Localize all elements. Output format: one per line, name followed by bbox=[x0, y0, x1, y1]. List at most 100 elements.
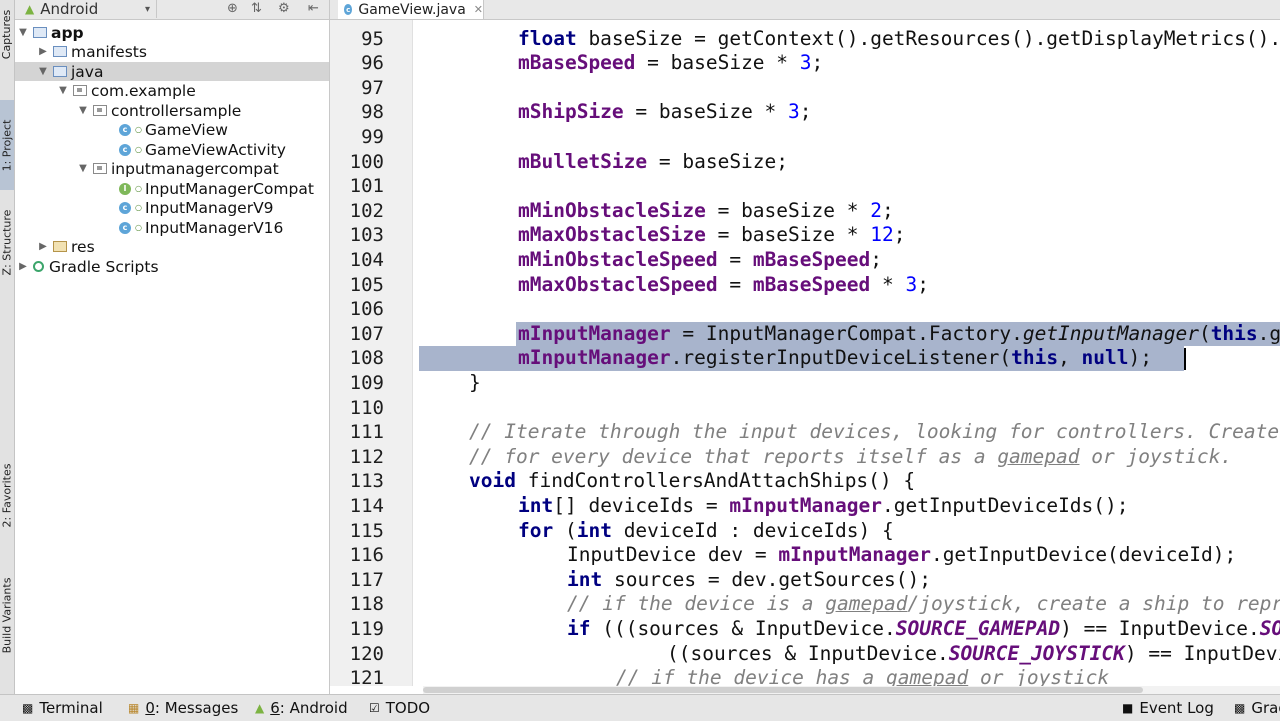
package-icon bbox=[73, 85, 87, 96]
interface-icon: I bbox=[119, 182, 131, 195]
editor-tab-bar: c GameView.java ✕ bbox=[330, 0, 1280, 20]
tree-item-label: GameViewActivity bbox=[145, 140, 286, 159]
line-number: 103 bbox=[349, 224, 384, 247]
line-number: 96 bbox=[361, 52, 384, 75]
close-icon[interactable]: ✕ bbox=[474, 3, 483, 16]
tree-item-label: manifests bbox=[71, 42, 147, 61]
project-tab[interactable]: 1: Project bbox=[0, 100, 14, 190]
line-number: 104 bbox=[349, 248, 384, 271]
android-label: : Android bbox=[279, 699, 348, 717]
terminal-tool-button[interactable]: ▩ Terminal bbox=[22, 695, 103, 721]
code-editor[interactable]: float baseSize = getContext().getResourc… bbox=[413, 20, 1280, 686]
tab-gameview-java[interactable]: c GameView.java ✕ bbox=[338, 0, 484, 19]
line-number: 119 bbox=[349, 617, 384, 640]
hide-panel-icon[interactable]: ⇤ bbox=[308, 1, 319, 16]
scrollbar-thumb[interactable] bbox=[423, 687, 1143, 693]
captures-tab-label: Captures bbox=[0, 9, 14, 59]
todo-tool-button[interactable]: ☑ TODO bbox=[369, 695, 430, 721]
package-icon bbox=[93, 105, 107, 116]
build-variants-tab[interactable]: Build Variants bbox=[0, 560, 14, 670]
code-line: InputDevice dev = mInputManager.getInput… bbox=[567, 543, 1237, 567]
gradle-console-tool-button[interactable]: ▩ Grad bbox=[1234, 695, 1280, 721]
android-key: 6 bbox=[270, 699, 280, 717]
expand-arrow-icon[interactable]: ▼ bbox=[37, 66, 49, 77]
terminal-icon: ▩ bbox=[22, 701, 34, 715]
gradle-console-label: Grad bbox=[1251, 699, 1280, 717]
horizontal-scrollbar[interactable] bbox=[423, 686, 1280, 694]
code-line: // for every device that reports itself … bbox=[469, 444, 1233, 468]
tree-item-res[interactable]: ▶ res bbox=[15, 237, 329, 256]
expand-arrow-icon[interactable]: ▼ bbox=[77, 105, 89, 116]
collapse-arrow-icon[interactable]: ▶ bbox=[37, 241, 49, 252]
tree-item-app[interactable]: ▼ app bbox=[15, 23, 329, 42]
tree-item-inputmanagercompat-interface[interactable]: I ○ InputManagerCompat bbox=[15, 179, 329, 198]
expand-arrow-icon[interactable]: ▼ bbox=[57, 85, 69, 96]
line-number: 116 bbox=[349, 544, 384, 567]
project-view-selector[interactable]: ▲ Android ▾ bbox=[21, 0, 157, 18]
android-tool-button[interactable]: ▲ 6: Android bbox=[255, 695, 348, 721]
tree-item-label: app bbox=[51, 23, 84, 42]
code-line: mMinObstacleSpeed = mBaseSpeed; bbox=[518, 247, 882, 271]
sync-icon[interactable]: ⊕ bbox=[227, 1, 238, 16]
tab-label: GameView.java bbox=[358, 1, 466, 18]
collapse-arrow-icon[interactable]: ▶ bbox=[17, 261, 29, 272]
line-number: 118 bbox=[349, 593, 384, 616]
collapse-arrow-icon[interactable]: ▶ bbox=[37, 46, 49, 57]
package-icon bbox=[93, 163, 107, 174]
line-number: 110 bbox=[349, 396, 384, 419]
project-panel-header: ▲ Android ▾ ⊕ ⇅ ⚙ ⇤ bbox=[15, 0, 329, 20]
tree-item-label: java bbox=[71, 62, 104, 81]
todo-icon: ☑ bbox=[369, 701, 380, 715]
access-badge-icon: ○ bbox=[135, 184, 142, 193]
captures-tab[interactable]: Captures bbox=[0, 0, 14, 68]
line-number: 108 bbox=[349, 347, 384, 370]
tree-item-gameviewactivity[interactable]: c ○ GameViewActivity bbox=[15, 140, 329, 159]
collapse-icon[interactable]: ⇅ bbox=[251, 1, 262, 16]
event-log-label: Event Log bbox=[1139, 699, 1214, 717]
favorites-tab[interactable]: 2: Favorites bbox=[0, 450, 14, 540]
code-line: mMaxObstacleSize = baseSize * 12; bbox=[518, 223, 906, 247]
class-icon: c bbox=[344, 4, 353, 15]
folder-icon bbox=[53, 46, 67, 57]
left-tool-strip: Captures 1: Project Z: Structure 2: Favo… bbox=[0, 0, 15, 694]
structure-tab[interactable]: Z: Structure bbox=[0, 192, 14, 292]
line-number: 98 bbox=[361, 101, 384, 124]
tree-item-com-example[interactable]: ▼ com.example bbox=[15, 81, 329, 100]
tree-item-inputmanagerv16[interactable]: c ○ InputManagerV16 bbox=[15, 218, 329, 237]
tree-item-inputmanagerv9[interactable]: c ○ InputManagerV9 bbox=[15, 198, 329, 217]
tree-item-java[interactable]: ▼ java bbox=[15, 62, 329, 81]
expand-arrow-icon[interactable]: ▼ bbox=[77, 163, 89, 174]
messages-tool-button[interactable]: ▦ 0: Messages bbox=[128, 695, 238, 721]
line-number: 112 bbox=[349, 445, 384, 468]
tree-item-label: inputmanagercompat bbox=[111, 159, 279, 178]
line-number: 114 bbox=[349, 494, 384, 517]
tree-item-label: Gradle Scripts bbox=[49, 257, 159, 276]
folder-icon bbox=[53, 66, 67, 77]
tree-item-manifests[interactable]: ▶ manifests bbox=[15, 42, 329, 61]
line-number: 117 bbox=[349, 568, 384, 591]
code-line: mInputManager.registerInputDeviceListene… bbox=[518, 346, 1152, 370]
line-number-gutter: 95 96 97 98 99 100 101 102 103 104 105 1… bbox=[330, 20, 413, 686]
module-folder-icon bbox=[33, 27, 47, 38]
code-line: mInputManager = InputManagerCompat.Facto… bbox=[518, 321, 1280, 345]
tree-item-label: InputManagerV16 bbox=[145, 218, 284, 237]
line-number: 102 bbox=[349, 199, 384, 222]
expand-arrow-icon[interactable]: ▼ bbox=[17, 27, 29, 38]
event-log-tool-button[interactable]: ■ Event Log bbox=[1122, 695, 1214, 721]
tree-item-gradle-scripts[interactable]: ▶ Gradle Scripts bbox=[15, 257, 329, 276]
gradle-console-icon: ▩ bbox=[1234, 701, 1246, 715]
messages-key: 0 bbox=[145, 699, 155, 717]
structure-tab-label: Z: Structure bbox=[0, 209, 14, 275]
line-number: 121 bbox=[349, 667, 384, 686]
line-number: 95 bbox=[361, 27, 384, 50]
line-number: 113 bbox=[349, 470, 384, 493]
tree-item-controllersample[interactable]: ▼ controllersample bbox=[15, 101, 329, 120]
code-line: void findControllersAndAttachShips() { bbox=[469, 469, 916, 493]
tree-item-inputmanagercompat[interactable]: ▼ inputmanagercompat bbox=[15, 159, 329, 178]
event-log-icon: ■ bbox=[1122, 701, 1134, 715]
chevron-down-icon: ▾ bbox=[144, 3, 150, 15]
gear-icon[interactable]: ⚙ bbox=[278, 1, 290, 16]
tree-item-gameview[interactable]: c ○ GameView bbox=[15, 120, 329, 139]
terminal-label: Terminal bbox=[39, 699, 103, 717]
favorites-tab-label: 2: Favorites bbox=[0, 463, 14, 527]
